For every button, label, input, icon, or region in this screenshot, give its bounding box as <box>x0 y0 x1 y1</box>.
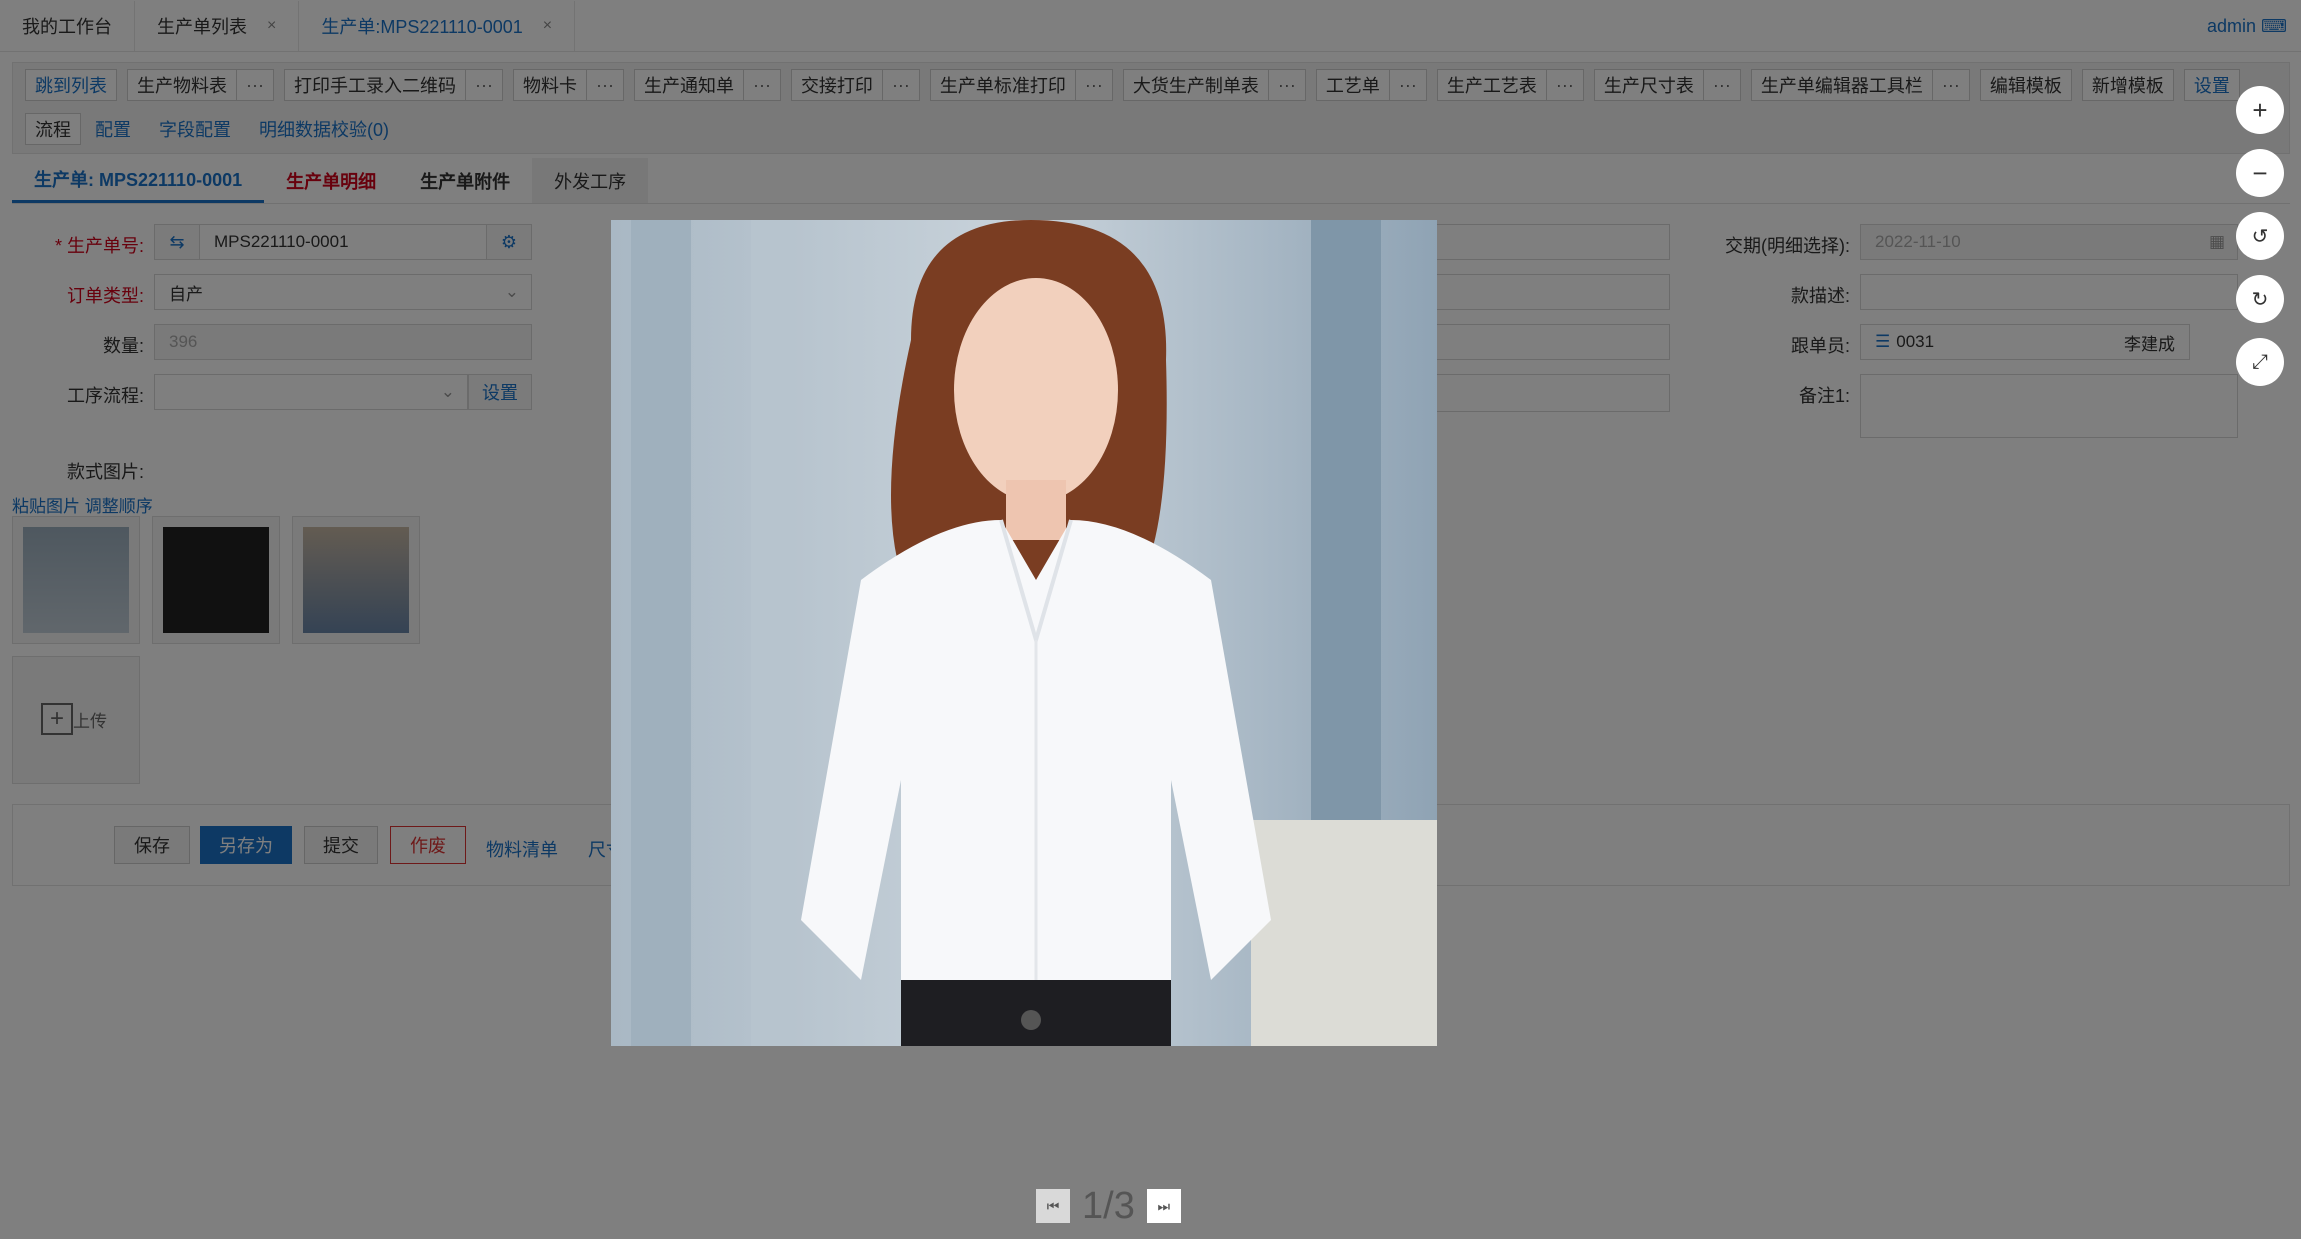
woman-white-shirt-image <box>611 220 1437 1046</box>
zoom-out-icon[interactable]: − <box>2236 149 2284 197</box>
image-pager: ⏮ 1/3 ⏭ <box>1036 1184 1181 1228</box>
next-image-button[interactable]: ⏭ <box>1146 1189 1181 1223</box>
rotate-left-icon[interactable]: ↺ <box>2236 212 2284 260</box>
rotate-right-icon[interactable]: ↻ <box>2236 275 2284 323</box>
zoom-in-icon[interactable]: + <box>2236 86 2284 134</box>
page-indicator: 1/3 <box>1082 1184 1135 1227</box>
image-preview <box>611 220 1437 1046</box>
fullscreen-icon[interactable]: ⤢ <box>2236 338 2284 386</box>
prev-image-button[interactable]: ⏮ <box>1036 1189 1070 1223</box>
